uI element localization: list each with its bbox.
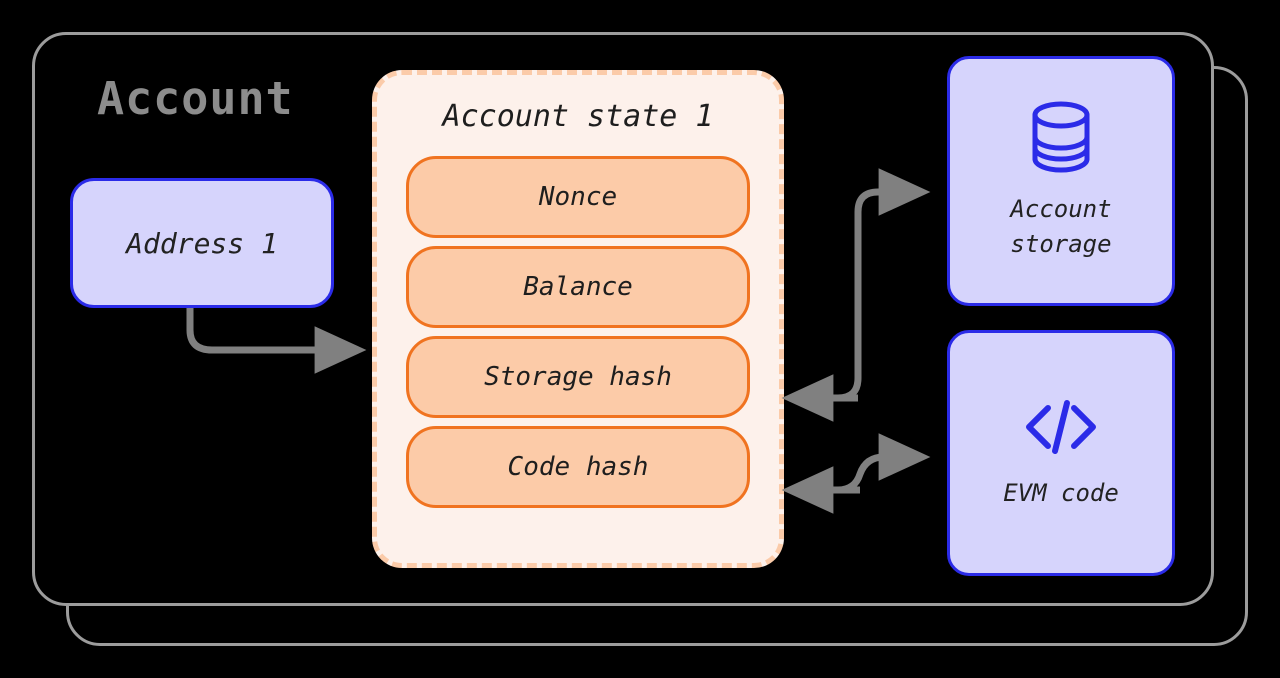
database-icon <box>1029 100 1093 178</box>
account-storage-node-label: Account storage <box>1010 195 1112 258</box>
evm-code-node[interactable]: EVM code <box>947 330 1175 576</box>
field-nonce[interactable]: Nonce <box>406 156 750 238</box>
field-balance[interactable]: Balance <box>406 246 750 328</box>
account-storage-node[interactable]: Account storage <box>947 56 1175 306</box>
field-balance-label: Balance <box>523 272 633 302</box>
evm-code-node-label: EVM code <box>1003 478 1119 507</box>
account-state-panel: Account state 1 Nonce Balance Storage ha… <box>372 70 784 568</box>
field-storage-hash[interactable]: Storage hash <box>406 336 750 418</box>
field-nonce-label: Nonce <box>538 182 618 212</box>
field-code-hash-label: Code hash <box>507 452 649 482</box>
diagram-canvas: Account Address 1 Account state 1 Nonce … <box>0 0 1280 678</box>
code-brackets-icon <box>1022 396 1100 462</box>
page-title: Account <box>97 72 294 125</box>
field-storage-hash-label: Storage hash <box>484 362 672 392</box>
address-node-label: Address 1 <box>126 226 278 260</box>
address-node[interactable]: Address 1 <box>70 178 334 308</box>
field-code-hash[interactable]: Code hash <box>406 426 750 508</box>
account-state-title: Account state 1 <box>442 99 714 134</box>
account-state-field-list: Nonce Balance Storage hash Code hash <box>377 156 779 508</box>
